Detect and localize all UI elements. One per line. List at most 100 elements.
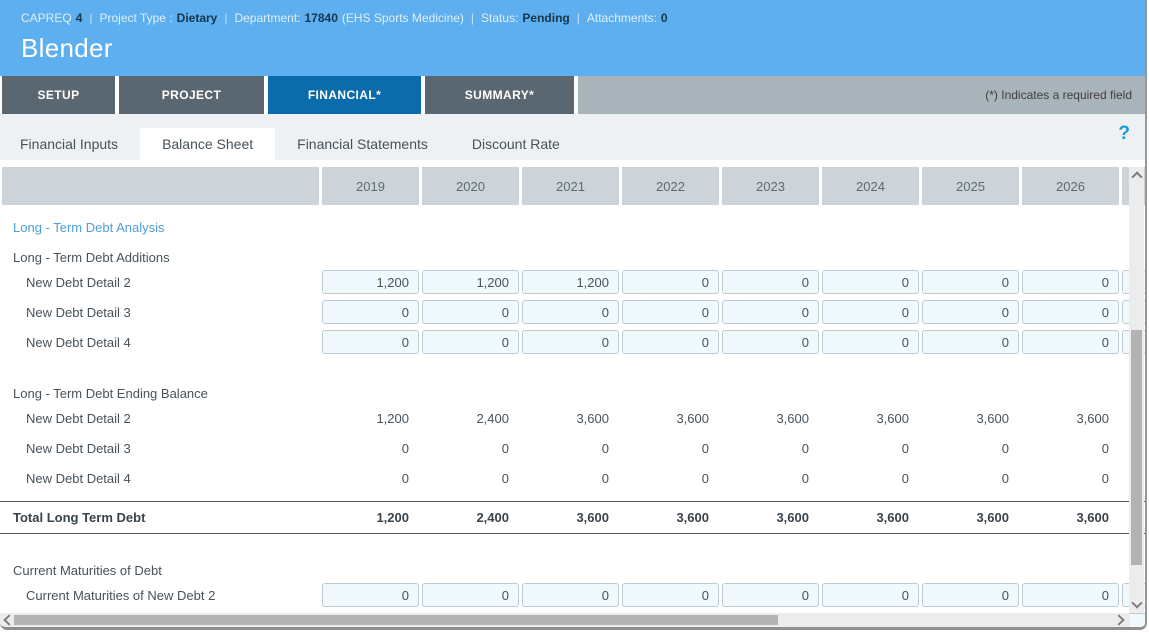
value-cell: 3,600 bbox=[922, 510, 1019, 525]
value-input[interactable] bbox=[522, 300, 619, 324]
row-label: New Debt Detail 2 bbox=[0, 411, 322, 426]
value-cell bbox=[822, 300, 919, 324]
value-input[interactable] bbox=[922, 583, 1019, 607]
scroll-down-icon[interactable] bbox=[1131, 597, 1142, 608]
value-cell: 3,600 bbox=[822, 510, 919, 525]
value-cell bbox=[922, 270, 1019, 294]
value-cell: 0 bbox=[1022, 441, 1119, 456]
value-input[interactable] bbox=[522, 330, 619, 354]
row-label: New Debt Detail 3 bbox=[0, 305, 322, 320]
value-cell: 0 bbox=[822, 441, 919, 456]
value-input[interactable] bbox=[322, 330, 419, 354]
section-spacer bbox=[0, 357, 1147, 373]
value-input[interactable] bbox=[722, 300, 819, 324]
value-input[interactable] bbox=[422, 300, 519, 324]
value-input[interactable] bbox=[922, 300, 1019, 324]
value-input[interactable] bbox=[322, 583, 419, 607]
value-input[interactable] bbox=[522, 270, 619, 294]
year-header-cell: 2019 bbox=[322, 167, 419, 205]
subtab-discount-rate[interactable]: Discount Rate bbox=[450, 128, 582, 160]
value-input[interactable] bbox=[722, 330, 819, 354]
value-cell bbox=[622, 330, 719, 354]
value-cell bbox=[522, 583, 619, 607]
value-cell bbox=[1022, 583, 1119, 607]
value-input[interactable] bbox=[1022, 330, 1119, 354]
value-cell bbox=[1022, 270, 1119, 294]
tab-summary[interactable]: SUMMARY* bbox=[425, 76, 574, 114]
horizontal-scrollbar-thumb[interactable] bbox=[14, 615, 778, 625]
year-header-cell: 2021 bbox=[522, 167, 619, 205]
tab-setup[interactable]: SETUP bbox=[2, 76, 115, 114]
static-row: New Debt Detail 21,2002,4003,6003,6003,6… bbox=[0, 403, 1147, 433]
static-row: New Debt Detail 400000000 bbox=[0, 463, 1147, 493]
value-input[interactable] bbox=[422, 270, 519, 294]
value-cell bbox=[622, 583, 719, 607]
scroll-up-icon[interactable] bbox=[1131, 171, 1142, 182]
value-input[interactable] bbox=[1022, 583, 1119, 607]
value-input[interactable] bbox=[1022, 300, 1119, 324]
tab-project[interactable]: PROJECT bbox=[119, 76, 264, 114]
value-input[interactable] bbox=[522, 583, 619, 607]
value-input[interactable] bbox=[822, 270, 919, 294]
value-input[interactable] bbox=[322, 270, 419, 294]
required-note: (*) Indicates a required field bbox=[985, 88, 1132, 102]
horizontal-scrollbar[interactable] bbox=[0, 613, 1130, 627]
year-header-cell: 2025 bbox=[922, 167, 1019, 205]
value-cell bbox=[922, 300, 1019, 324]
value-input[interactable] bbox=[822, 583, 919, 607]
value-cell bbox=[622, 270, 719, 294]
value-cell bbox=[822, 583, 919, 607]
value-cell: 3,600 bbox=[1022, 411, 1119, 426]
section-link[interactable]: Long - Term Debt Analysis bbox=[0, 220, 322, 235]
section-spacer bbox=[0, 534, 1147, 550]
value-cell: 3,600 bbox=[622, 510, 719, 525]
year-header-cell: 2023 bbox=[722, 167, 819, 205]
vertical-scrollbar[interactable] bbox=[1129, 167, 1144, 613]
subtab-financial-statements[interactable]: Financial Statements bbox=[275, 128, 450, 160]
value-input[interactable] bbox=[922, 330, 1019, 354]
value-input[interactable] bbox=[722, 270, 819, 294]
value-input[interactable] bbox=[422, 330, 519, 354]
value-input[interactable] bbox=[322, 300, 419, 324]
help-icon[interactable]: ? bbox=[1118, 123, 1130, 145]
vertical-scrollbar-thumb[interactable] bbox=[1131, 330, 1142, 565]
subtab-balance-sheet[interactable]: Balance Sheet bbox=[140, 128, 275, 160]
value-input[interactable] bbox=[422, 583, 519, 607]
value-cell bbox=[322, 300, 419, 324]
meta-suffix: (EHS Sports Medicine) bbox=[342, 11, 464, 25]
meta-segment: Status: Pending bbox=[481, 11, 570, 25]
value-input[interactable] bbox=[622, 300, 719, 324]
value-input[interactable] bbox=[822, 300, 919, 324]
meta-value: Dietary bbox=[177, 11, 218, 25]
value-cell bbox=[722, 300, 819, 324]
value-input[interactable] bbox=[1022, 270, 1119, 294]
value-input[interactable] bbox=[622, 583, 719, 607]
value-input[interactable] bbox=[722, 583, 819, 607]
subtab-financial-inputs[interactable]: Financial Inputs bbox=[0, 128, 140, 160]
tab-financial[interactable]: FINANCIAL* bbox=[268, 76, 421, 114]
financial-grid: 20192020202120222023202420252026 Long - … bbox=[0, 167, 1145, 630]
value-cell: 0 bbox=[822, 471, 919, 486]
value-cell bbox=[722, 330, 819, 354]
year-header-cell: 2026 bbox=[1022, 167, 1119, 205]
meta-segment: Attachments:0 bbox=[587, 11, 668, 25]
value-input[interactable] bbox=[922, 270, 1019, 294]
meta-label: Project Type : bbox=[100, 11, 173, 25]
value-cell bbox=[422, 270, 519, 294]
scroll-right-icon[interactable] bbox=[1113, 614, 1124, 625]
meta-value: 4 bbox=[76, 11, 83, 25]
meta-label: Status: bbox=[481, 11, 518, 25]
row-label: Long - Term Debt Ending Balance bbox=[0, 386, 322, 401]
value-input[interactable] bbox=[622, 270, 719, 294]
scroll-left-icon[interactable] bbox=[3, 614, 14, 625]
value-cell: 0 bbox=[922, 471, 1019, 486]
value-cell bbox=[922, 583, 1019, 607]
row-label: Current Maturities of Debt bbox=[0, 563, 322, 578]
value-input[interactable] bbox=[622, 330, 719, 354]
meta-value: Pending bbox=[522, 11, 569, 25]
value-input[interactable] bbox=[822, 330, 919, 354]
value-cell: 2,400 bbox=[422, 411, 519, 426]
value-cell bbox=[1022, 330, 1119, 354]
year-header-cell: 2020 bbox=[422, 167, 519, 205]
value-cell bbox=[1022, 300, 1119, 324]
